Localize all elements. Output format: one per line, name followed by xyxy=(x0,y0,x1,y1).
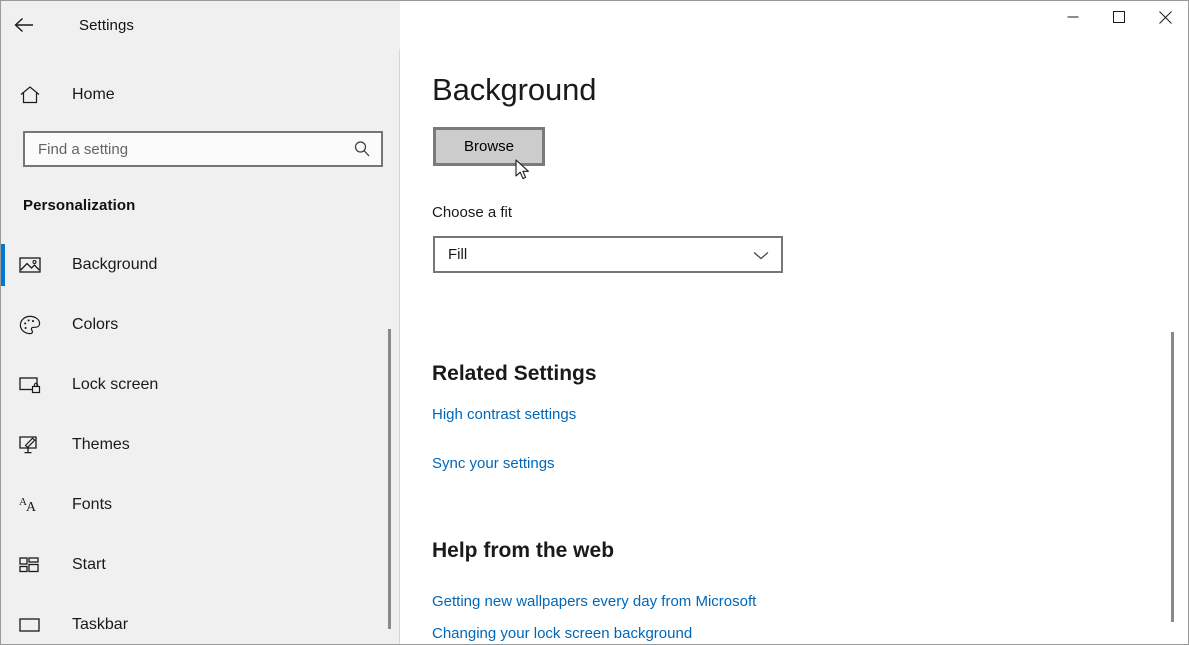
start-icon xyxy=(19,556,49,574)
sidebar-item-background-label: Background xyxy=(72,256,158,273)
sidebar-item-home-label: Home xyxy=(72,86,115,103)
sidebar-item-lock-screen-label: Lock screen xyxy=(72,376,159,393)
close-icon xyxy=(1158,10,1172,24)
settings-window: Settings Home Find a setting Personaliza… xyxy=(0,0,1189,645)
link-changing-lock-screen-background[interactable]: Changing your lock screen background xyxy=(432,625,692,642)
image-icon xyxy=(19,256,49,274)
maximize-icon xyxy=(1113,11,1125,23)
close-button[interactable] xyxy=(1142,1,1188,33)
sidebar-item-colors-label: Colors xyxy=(72,316,119,333)
sidebar-item-fonts[interactable]: A A Fonts xyxy=(1,475,400,535)
lock-screen-icon xyxy=(19,375,49,395)
main-content: Background Browse Choose a fit Fill Rela… xyxy=(400,49,1188,644)
themes-icon xyxy=(19,435,49,456)
sidebar-item-background[interactable]: Background xyxy=(1,235,400,295)
sidebar-nav-list: Background Colors Lock screen Themes A A… xyxy=(1,235,400,644)
choose-a-fit-dropdown[interactable]: Fill xyxy=(433,236,783,273)
sidebar-category-title: Personalization xyxy=(23,197,136,214)
choose-a-fit-label: Choose a fit xyxy=(432,204,513,221)
sidebar-divider xyxy=(399,1,400,644)
minimize-button[interactable] xyxy=(1050,1,1096,33)
back-arrow-icon xyxy=(13,16,35,34)
sidebar-item-taskbar[interactable]: Taskbar xyxy=(1,595,400,644)
window-title: Settings xyxy=(79,16,134,34)
palette-icon xyxy=(19,315,49,335)
help-from-the-web-heading: Help from the web xyxy=(432,539,615,562)
sidebar-item-themes-label: Themes xyxy=(72,436,130,453)
maximize-button[interactable] xyxy=(1096,1,1142,33)
svg-text:A: A xyxy=(26,500,37,515)
content-scrollbar[interactable] xyxy=(1167,49,1179,644)
sidebar-item-fonts-label: Fonts xyxy=(72,496,113,513)
sidebar-item-taskbar-label: Taskbar xyxy=(72,616,129,633)
title-bar-left: Settings xyxy=(1,1,400,49)
sidebar-item-colors[interactable]: Colors xyxy=(1,295,400,355)
sidebar-item-home[interactable]: Home xyxy=(1,71,400,119)
sidebar-scrollbar-thumb[interactable] xyxy=(388,329,391,629)
home-icon xyxy=(19,83,49,107)
search-box[interactable] xyxy=(23,131,383,167)
fonts-icon: A A xyxy=(19,495,49,515)
page-title: Background xyxy=(432,72,597,107)
window-controls xyxy=(400,1,1188,49)
sidebar-scrollbar[interactable] xyxy=(383,49,395,644)
sidebar: Home Personalization xyxy=(1,1,400,644)
browse-button[interactable]: Browse xyxy=(433,127,545,166)
chevron-down-icon xyxy=(752,249,770,261)
link-getting-new-wallpapers[interactable]: Getting new wallpapers every day from Mi… xyxy=(432,593,756,610)
choose-a-fit-value: Fill xyxy=(448,246,468,263)
taskbar-icon xyxy=(19,617,49,633)
sidebar-item-lock-screen[interactable]: Lock screen xyxy=(1,355,400,415)
back-button[interactable] xyxy=(1,5,47,45)
link-sync-your-settings[interactable]: Sync your settings xyxy=(432,455,555,472)
title-bar: Settings xyxy=(1,1,1188,49)
minimize-icon xyxy=(1067,11,1079,23)
sidebar-item-start[interactable]: Start xyxy=(1,535,400,595)
search-icon[interactable] xyxy=(351,140,373,158)
sidebar-item-themes[interactable]: Themes xyxy=(1,415,400,475)
sidebar-item-start-label: Start xyxy=(72,556,106,573)
content-scrollbar-thumb[interactable] xyxy=(1171,332,1174,622)
link-high-contrast-settings[interactable]: High contrast settings xyxy=(432,406,576,423)
related-settings-heading: Related Settings xyxy=(432,362,597,385)
search-input[interactable] xyxy=(38,140,351,158)
